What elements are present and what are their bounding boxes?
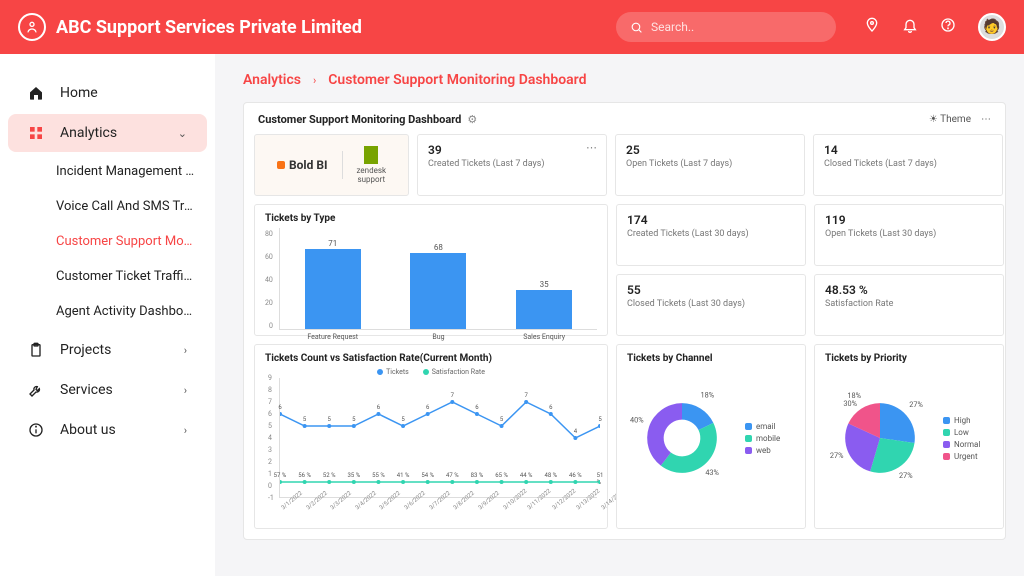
- kpi-open-30: 119Open Tickets (Last 30 days): [814, 204, 1004, 266]
- nav-services[interactable]: Services ›: [8, 371, 207, 409]
- sub-customer-support[interactable]: Customer Support Moni...: [0, 224, 215, 259]
- svg-text:27%: 27%: [909, 400, 923, 409]
- location-icon[interactable]: [864, 17, 880, 37]
- sidebar: Home Analytics ⌄ Incident Management Da.…: [0, 54, 215, 576]
- sub-voice[interactable]: Voice Call And SMS Track...: [0, 189, 215, 224]
- brand: ABC Support Services Private Limited: [18, 13, 362, 41]
- brand-card: Bold BI zendesksupport: [254, 134, 409, 196]
- crumb-analytics[interactable]: Analytics: [243, 72, 301, 88]
- nav-label: About us: [60, 422, 116, 438]
- sub-incident[interactable]: Incident Management Da...: [0, 154, 215, 189]
- brand-icon: [18, 13, 46, 41]
- search-icon: [630, 21, 643, 34]
- home-icon: [28, 85, 44, 101]
- sub-ticket-traffic[interactable]: Customer Ticket Traffic ...: [0, 259, 215, 294]
- nav-analytics[interactable]: Analytics ⌄: [8, 114, 207, 152]
- search-input[interactable]: [651, 20, 822, 34]
- svg-text:30%: 30%: [843, 399, 857, 408]
- nav-projects[interactable]: Projects ›: [8, 331, 207, 369]
- search-box[interactable]: [616, 12, 836, 42]
- chart-title: Tickets Count vs Satisfaction Rate(Curre…: [265, 353, 597, 364]
- nav-label: Home: [60, 85, 98, 101]
- avatar[interactable]: 🧑: [978, 13, 1006, 41]
- chart-tickets-by-type: Tickets by Type 80604020071Feature Reque…: [254, 204, 608, 336]
- svg-text:40%: 40%: [630, 416, 644, 425]
- board-title: Customer Support Monitoring Dashboard: [258, 113, 461, 126]
- sub-agent-activity[interactable]: Agent Activity Dashboard: [0, 294, 215, 329]
- app-header: ABC Support Services Private Limited 🧑: [0, 0, 1024, 54]
- theme-toggle[interactable]: ☀ Theme: [929, 114, 971, 125]
- chart-by-channel: Tickets by Channel 18% 43% 40% email mobil…: [616, 344, 806, 529]
- chevron-right-icon: ›: [184, 344, 187, 357]
- more-icon[interactable]: ⋯: [981, 114, 991, 125]
- info-icon: [28, 422, 44, 438]
- chevron-right-icon: ›: [184, 384, 187, 397]
- more-icon[interactable]: ⋯: [586, 141, 598, 154]
- help-icon[interactable]: [940, 17, 956, 37]
- svg-text:43%: 43%: [705, 468, 719, 477]
- chart-title: Tickets by Channel: [627, 353, 795, 364]
- chart-legend: High Low Normal Urgent: [943, 413, 980, 464]
- board-header: Customer Support Monitoring Dashboard ⚙ …: [254, 113, 995, 134]
- clipboard-icon: [28, 342, 44, 358]
- boldbi-logo: Bold BI: [277, 158, 328, 172]
- kpi-created-30: 174Created Tickets (Last 30 days): [616, 204, 806, 266]
- chevron-right-icon: ›: [313, 74, 316, 87]
- dashboard-board: Customer Support Monitoring Dashboard ⚙ …: [243, 102, 1006, 540]
- svg-text:27%: 27%: [899, 471, 913, 480]
- nav-label: Projects: [60, 342, 111, 358]
- kpi-satisfaction: 48.53 %Satisfaction Rate: [814, 274, 1004, 336]
- kpi-closed-7: 14Closed Tickets (Last 7 days): [813, 134, 1003, 196]
- kpi-open-7: 25Open Tickets (Last 7 days): [615, 134, 805, 196]
- nav-label: Services: [60, 382, 113, 398]
- chart-by-priority: Tickets by Priority 27%27%27%18%30% High…: [814, 344, 1004, 529]
- wrench-icon: [28, 382, 44, 398]
- gear-icon[interactable]: ⚙: [467, 113, 477, 126]
- company-name: ABC Support Services Private Limited: [56, 17, 362, 38]
- breadcrumb: Analytics › Customer Support Monitoring …: [243, 72, 1006, 88]
- chart-title: Tickets by Priority: [825, 353, 993, 364]
- grid-icon: [28, 125, 44, 141]
- crumb-current: Customer Support Monitoring Dashboard: [328, 72, 586, 88]
- bell-icon[interactable]: [902, 17, 918, 37]
- svg-text:27%: 27%: [830, 451, 844, 460]
- nav-about[interactable]: About us ›: [8, 411, 207, 449]
- header-actions: 🧑: [864, 13, 1006, 41]
- nav-home[interactable]: Home: [8, 74, 207, 112]
- chart-legend: email mobile web: [745, 419, 780, 458]
- main-content: Analytics › Customer Support Monitoring …: [215, 54, 1024, 576]
- zendesk-logo: zendesksupport: [357, 146, 387, 184]
- chevron-down-icon: ⌄: [178, 127, 187, 140]
- chart-count-vs-sat: Tickets Count vs Satisfaction Rate(Curre…: [254, 344, 608, 529]
- chart-title: Tickets by Type: [265, 213, 597, 224]
- kpi-created-7: ⋯39Created Tickets (Last 7 days): [417, 134, 607, 196]
- chevron-right-icon: ›: [184, 424, 187, 437]
- nav-label: Analytics: [60, 125, 117, 141]
- chart-legend: Tickets Satisfaction Rate: [265, 368, 597, 376]
- svg-text:18%: 18%: [701, 391, 715, 400]
- kpi-closed-30: 55Closed Tickets (Last 30 days): [616, 274, 806, 336]
